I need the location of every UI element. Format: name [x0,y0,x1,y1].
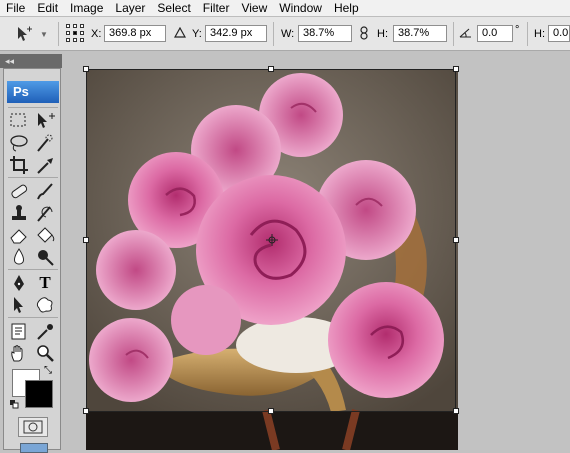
color-sampler-tool-icon[interactable] [34,321,56,341]
width-label: W: [281,28,295,40]
horizontal-skew-field[interactable]: 0.0 [548,25,570,42]
transform-center-crosshair[interactable] [266,234,278,246]
tools-panel: Ps T ⤡ [3,68,61,453]
menu-window[interactable]: Window [273,0,328,16]
history-brush-tool-icon[interactable] [34,203,56,223]
width-scale-field[interactable]: 38.7% [298,25,352,42]
menu-file[interactable]: File [0,0,31,16]
options-bar: ▼ X: 369.8 px Y: 342.9 px W: 38.7% H: 38… [0,17,570,51]
menu-bar: File Edit Image Layer Select Filter View… [0,0,570,17]
options-divider [273,22,274,46]
marquee-tool-icon[interactable] [8,111,30,131]
background-color-swatch[interactable] [25,380,53,408]
y-label: Y: [192,28,202,40]
transform-handle-bottom-left[interactable] [83,408,89,414]
options-divider [58,22,59,46]
rotate-angle-icon [459,27,472,41]
pen-tool-icon[interactable] [8,273,30,293]
menu-edit[interactable]: Edit [31,0,64,16]
relative-position-icon[interactable] [173,26,187,41]
custom-shape-tool-icon[interactable] [34,295,56,315]
type-tool-icon[interactable]: T [34,273,56,293]
transform-handle-bottom-right[interactable] [453,408,459,414]
hand-tool-icon[interactable] [8,343,30,363]
x-position-field[interactable]: 369.8 px [104,25,166,42]
dodge-tool-icon[interactable] [34,247,56,267]
options-divider [453,22,454,46]
height-label: H: [377,28,388,40]
menu-layer[interactable]: Layer [109,0,151,16]
transform-handle-top-left[interactable] [83,66,89,72]
transform-handle-right[interactable] [453,237,459,243]
menu-select[interactable]: Select [151,0,196,16]
height-scale-field[interactable]: 38.7% [393,25,447,42]
transform-handle-bottom[interactable] [268,408,274,414]
blur-tool-icon[interactable] [8,247,30,267]
healing-brush-tool-icon[interactable] [8,181,30,201]
options-divider [527,22,528,46]
screen-mode-button[interactable] [20,443,48,453]
zoom-tool-icon[interactable] [34,343,56,363]
horizontal-skew-label: H: [534,28,545,40]
link-icon[interactable] [360,26,368,43]
tools-divider [8,177,58,178]
paint-bucket-tool-icon[interactable] [34,225,56,245]
swap-colors-icon[interactable]: ⤡ [44,365,52,376]
brush-tool-icon[interactable] [34,181,56,201]
tool-preset-dropdown-icon[interactable]: ▼ [40,30,48,39]
menu-help[interactable]: Help [328,0,365,16]
transform-handle-top[interactable] [268,66,274,72]
transform-handle-left[interactable] [83,237,89,243]
degree-symbol: ° [515,24,520,36]
clone-stamp-tool-icon[interactable] [8,203,30,223]
quick-mask-button[interactable] [18,417,48,437]
path-selection-tool-icon[interactable] [8,295,30,315]
tools-collapse-button[interactable]: ◂◂ [0,54,62,68]
menu-filter[interactable]: Filter [197,0,236,16]
lasso-tool-icon[interactable] [8,133,30,153]
tools-divider [8,317,58,318]
notes-tool-icon[interactable] [8,321,30,341]
menu-view[interactable]: View [235,0,273,16]
eraser-tool-icon[interactable] [8,225,30,245]
x-label: X: [91,28,102,40]
crop-tool-icon[interactable] [8,155,30,175]
default-colors-icon[interactable] [10,398,19,409]
move-tool-icon[interactable] [34,111,56,131]
tools-divider [8,269,58,270]
quick-selection-tool-icon[interactable] [34,133,56,153]
reference-point-locator[interactable] [66,24,84,42]
rotate-field[interactable]: 0.0 [477,25,513,42]
y-position-field[interactable]: 342.9 px [205,25,267,42]
photoshop-logo: Ps [7,81,59,103]
transform-handle-top-right[interactable] [453,66,459,72]
eyedropper-tool-icon[interactable] [34,155,56,175]
menu-image[interactable]: Image [64,0,109,16]
move-tool-preset-icon[interactable] [14,25,34,43]
tools-divider [8,107,58,108]
